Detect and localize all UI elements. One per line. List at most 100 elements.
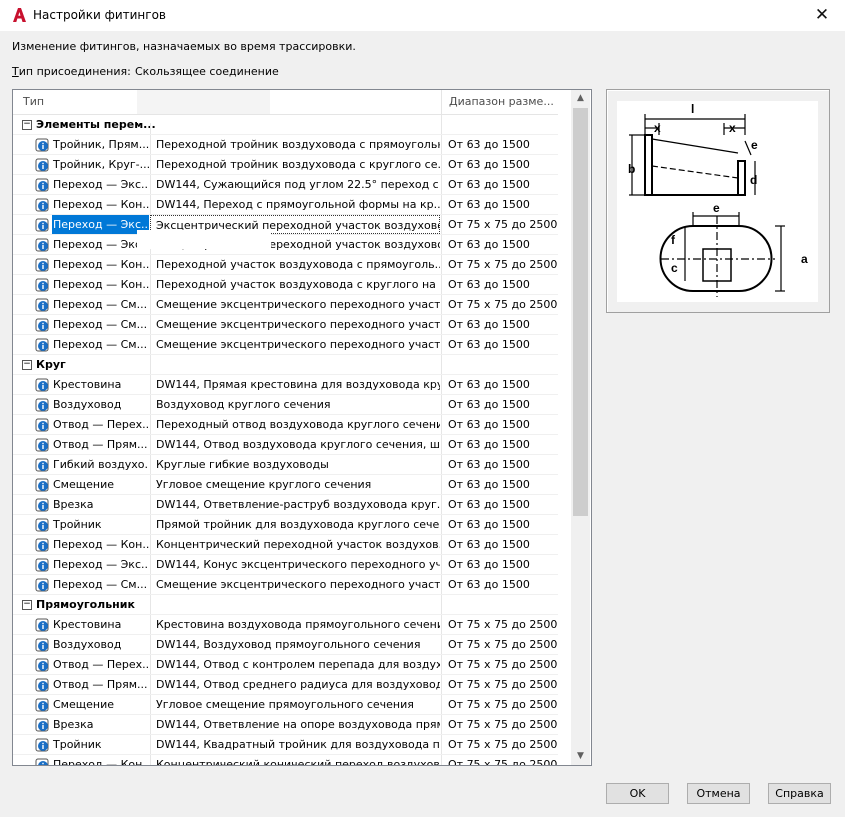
table-row[interactable]: Переход — Кон... Переходной участок возду… (13, 275, 558, 295)
description-cell: DW144, Отвод с контролем перепада для во… (150, 655, 440, 674)
fitting-info-icon (35, 398, 49, 412)
table-row[interactable]: Переход — См... Смещение эксцентрического… (13, 295, 558, 315)
table-row[interactable]: Переход — Кон... Концентрический коническ… (13, 755, 558, 765)
table-row[interactable]: Крестовина DW144, Прямая крестовина для в… (13, 375, 558, 395)
size-range-cell: От 63 до 1500 (441, 435, 558, 454)
table-row[interactable]: Воздуховод DW144, Воздуховод прямоугольно… (13, 635, 558, 655)
dim-label-x2: x (729, 121, 736, 135)
type-cell: − Круг (13, 355, 149, 374)
column-header-size-range[interactable]: Диапазон разме... (449, 90, 554, 114)
size-range-cell: От 63 до 1500 (441, 395, 558, 414)
size-range-cell: От 63 до 1500 (441, 495, 558, 514)
table-row[interactable]: Гибкий воздухо... Круглые гибкие воздухов… (13, 455, 558, 475)
table-row[interactable]: Переход — См... Смещение эксцентрического… (13, 315, 558, 335)
fitting-type-label: Тройник (53, 518, 102, 531)
size-range-cell: От 63 до 1500 (441, 375, 558, 394)
description-cell: Крестовина воздуховода прямоугольного се… (150, 615, 440, 634)
table-row[interactable]: Переход — Экс... DW144, Сужающийся под уг… (13, 175, 558, 195)
cancel-button[interactable]: Отмена (687, 783, 750, 804)
fitting-info-icon (35, 618, 49, 632)
fitting-info-icon (35, 558, 49, 572)
table-row[interactable]: Отвод — Перех... DW144, Отвод с контролем… (13, 655, 558, 675)
description-cell: DW144, Переход с прямоугольной формы на … (150, 195, 440, 214)
table-row[interactable]: Врезка DW144, Ответвление на опоре воздух… (13, 715, 558, 735)
connection-label-text: ип присоединения: (18, 65, 131, 78)
table-row[interactable]: Крестовина Крестовина воздуховода прямоуг… (13, 615, 558, 635)
size-range-cell: От 63 до 1500 (441, 535, 558, 554)
table-row[interactable]: Отвод — Прям... DW144, Отвод среднего рад… (13, 675, 558, 695)
column-header-type[interactable]: Тип (23, 90, 44, 114)
description-cell (150, 355, 440, 374)
table-row[interactable]: Переход — Экс... Эксцентрический переходн… (13, 215, 558, 235)
size-range-cell: От 75 x 75 до 2500... (441, 695, 558, 714)
dim-label-d: d (750, 173, 757, 187)
size-range-cell (441, 115, 558, 134)
table-row[interactable]: Отвод — Прям... DW144, Отвод воздуховода … (13, 435, 558, 455)
close-button[interactable]: ✕ (799, 0, 845, 31)
fitting-type-label: Переход — Экс... (53, 178, 149, 191)
fitting-info-icon (35, 178, 49, 192)
table-row[interactable]: Переход — См... Смещение эксцентрического… (13, 335, 558, 355)
fitting-info-icon (35, 578, 49, 592)
fitting-info-icon (35, 238, 49, 252)
group-row[interactable]: − Прямоугольник (13, 595, 558, 615)
table-row[interactable]: Переход — Экс... DW144, Конус эксцентриче… (13, 555, 558, 575)
description-cell: Переходной тройник воздуховода с прямоуг… (150, 135, 440, 154)
size-range-cell: От 63 до 1500 (441, 555, 558, 574)
table-row[interactable]: Переход — Кон... Переходной участок возду… (13, 255, 558, 275)
type-cell: Переход — Экс... (13, 175, 149, 194)
fitting-type-label: Тройник (53, 738, 102, 751)
description-cell: Воздуховод круглого сечения (150, 395, 440, 414)
table-row[interactable]: Тройник, Прям... Переходной тройник возду… (13, 135, 558, 155)
table-row[interactable]: Смещение Угловое смещение круглого сечени… (13, 475, 558, 495)
ok-button[interactable]: OK (606, 783, 669, 804)
table-row[interactable]: Отвод — Перех... Переходный отвод воздухо… (13, 415, 558, 435)
description-cell: Угловое смещение прямоугольного сечения (150, 695, 440, 714)
dialog-description: Изменение фитингов, назначаемых во время… (12, 40, 356, 53)
fitting-type-label: Отвод — Прям... (53, 678, 148, 691)
collapse-icon[interactable]: − (22, 120, 32, 130)
type-cell: Тройник, Круг-... (13, 155, 149, 174)
description-cell: DW144, Ответвление на опоре воздуховода … (150, 715, 440, 734)
size-range-cell: От 75 x 75 до 2500... (441, 215, 558, 234)
fitting-type-label: Переход — См... (53, 578, 148, 591)
fitting-type-label: Воздуховод (53, 398, 122, 411)
collapse-icon[interactable]: − (22, 600, 32, 610)
window-title: Настройки фитингов (33, 8, 166, 22)
size-range-cell: От 63 до 1500 (441, 175, 558, 194)
table-row[interactable]: Тройник DW144, Квадратный тройник для воз… (13, 735, 558, 755)
type-cell: Переход — Кон... (13, 255, 149, 274)
fitting-info-icon (35, 518, 49, 532)
scroll-up-icon[interactable]: ▲ (571, 90, 590, 107)
fitting-info-icon (35, 658, 49, 672)
table-row[interactable]: Смещение Угловое смещение прямоугольного … (13, 695, 558, 715)
table-row[interactable]: Переход — Кон... Концентрический переходн… (13, 535, 558, 555)
fitting-type-label: Переход — См... (53, 318, 148, 331)
group-row[interactable]: − Круг (13, 355, 558, 375)
collapse-icon[interactable]: − (22, 360, 32, 370)
vertical-scrollbar[interactable]: ▲ ▼ (571, 90, 590, 765)
size-range-cell: От 75 x 75 до 2500... (441, 635, 558, 654)
fittings-table[interactable]: Тип Диапазон разме... − Элементы перем...… (12, 89, 592, 766)
table-row[interactable]: Переход — Кон... DW144, Переход с прямоуг… (13, 195, 558, 215)
table-row[interactable]: Переход — Экс Эксцентрический переходной … (13, 235, 558, 255)
description-cell: DW144, Конус эксцентрического переходног… (150, 555, 440, 574)
table-row[interactable]: Переход — См... Смещение эксцентрического… (13, 575, 558, 595)
scroll-down-icon[interactable]: ▼ (571, 748, 590, 765)
dim-label-f: f (671, 233, 676, 247)
table-row[interactable]: Тройник, Круг-... Переходной тройник возд… (13, 155, 558, 175)
table-row[interactable]: Врезка DW144, Ответвление-раструб воздухо… (13, 495, 558, 515)
group-row[interactable]: − Элементы перем... (13, 115, 558, 135)
fitting-type-label: Переход — См... (53, 338, 148, 351)
table-row[interactable]: Тройник Прямой тройник для воздуховода кр… (13, 515, 558, 535)
dim-label-e-top: e (751, 138, 758, 152)
fitting-type-label: Смещение (53, 698, 114, 711)
fitting-info-icon (35, 318, 49, 332)
size-range-cell: От 75 x 75 до 2500... (441, 255, 558, 274)
table-row[interactable]: Воздуховод Воздуховод круглого сечения От … (13, 395, 558, 415)
dim-label-c: c (671, 261, 678, 275)
type-cell: Отвод — Перех... (13, 655, 149, 674)
scrollbar-thumb[interactable] (573, 108, 588, 516)
help-button[interactable]: Справка (768, 783, 831, 804)
type-cell: Переход — См... (13, 335, 149, 354)
